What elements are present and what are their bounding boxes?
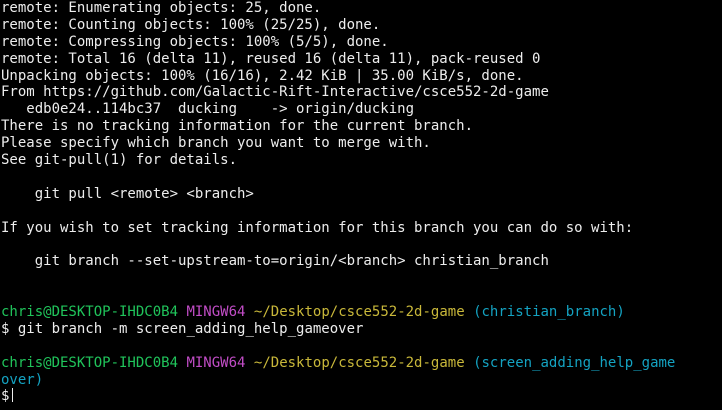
terminal-window[interactable]: remote: Enumerating objects: 25, done. r… — [0, 0, 722, 410]
output-line: remote: Enumerating objects: 25, done. — [1, 0, 322, 16]
output-line: remote: Counting objects: 100% (25/25), … — [1, 16, 381, 33]
output-line: git pull <remote> <branch> — [1, 185, 254, 202]
prompt-symbol: $ — [1, 320, 10, 337]
text-cursor[interactable] — [12, 388, 14, 403]
prompt-shell: MINGW64 — [186, 304, 246, 321]
output-line: Unpacking objects: 100% (16/16), 2.42 Ki… — [1, 67, 524, 84]
output-line: remote: Compressing objects: 100% (5/5),… — [1, 33, 389, 50]
output-line: See git-pull(1) for details. — [1, 152, 238, 169]
prompt-line-wrap: over) — [1, 372, 722, 389]
prompt-branch-wrap: over) — [1, 371, 44, 388]
prompt-path: ~/Desktop/csce552-2d-game — [253, 354, 465, 371]
output-line: From https://github.com/Galactic-Rift-In… — [1, 84, 549, 101]
output-line: If you wish to set tracking information … — [1, 219, 634, 236]
output-line: Please specify which branch you want to … — [1, 135, 431, 152]
prompt-user-host: chris@DESKTOP-IHDC0B4 — [1, 304, 179, 321]
command-text: git branch -m screen_adding_help_gameove… — [17, 320, 364, 337]
command-line: $ git branch -m screen_adding_help_gameo… — [1, 321, 722, 338]
prompt-line: chris@DESKTOP-IHDC0B4 MINGW64 ~/Desktop/… — [1, 304, 722, 321]
prompt-symbol: $ — [1, 388, 10, 405]
command-input-line[interactable]: $ — [1, 388, 722, 405]
prompt-shell: MINGW64 — [186, 354, 246, 371]
prompt-branch: (christian_branch) — [473, 304, 625, 321]
prompt-user-host: chris@DESKTOP-IHDC0B4 — [1, 354, 179, 371]
output-line: git branch --set-upstream-to=origin/<bra… — [1, 253, 549, 270]
output-line: There is no tracking information for the… — [1, 118, 474, 135]
prompt-line: chris@DESKTOP-IHDC0B4 MINGW64 ~/Desktop/… — [1, 355, 722, 372]
prompt-path: ~/Desktop/csce552-2d-game — [253, 304, 465, 321]
prompt-branch: (screen_adding_help_game — [473, 354, 676, 371]
output-line: edb0e24..114bc37 ducking -> origin/ducki… — [1, 101, 415, 118]
output-line: remote: Total 16 (delta 11), reused 16 (… — [1, 50, 541, 67]
